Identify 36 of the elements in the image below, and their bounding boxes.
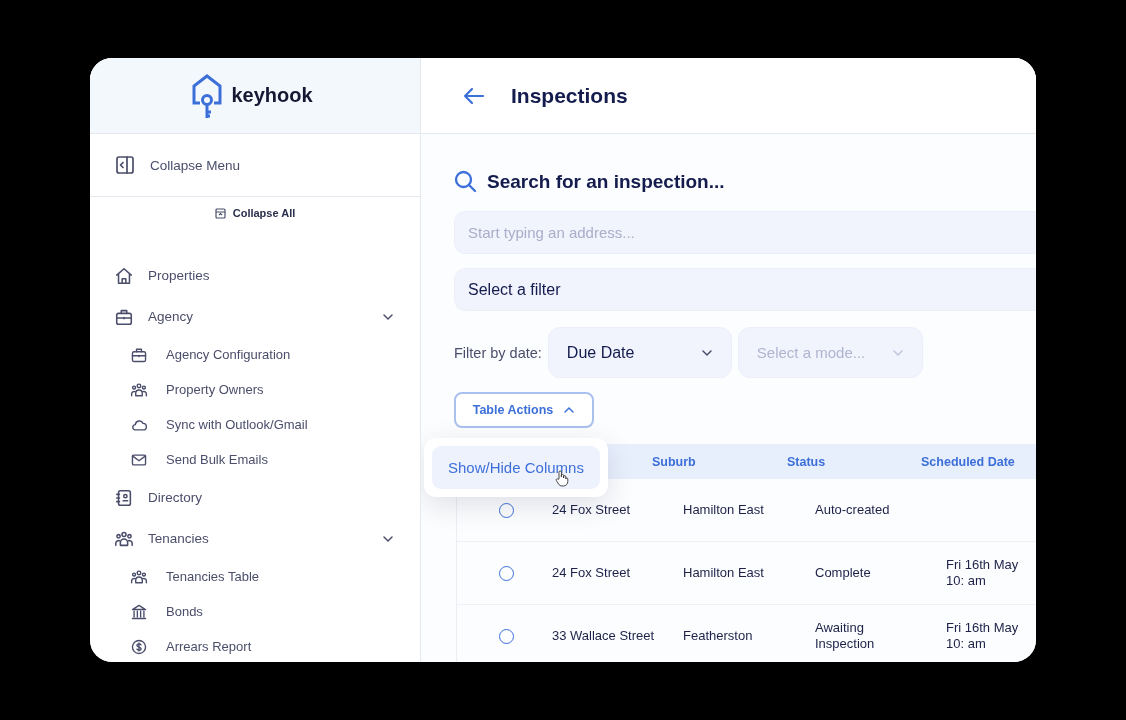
collapse-menu-button[interactable]: Collapse Menu — [90, 134, 420, 197]
menu-item[interactable]: Show/Hide Columns — [432, 446, 600, 489]
nav-subitem[interactable]: Agency Configuration — [90, 337, 420, 372]
nav-item[interactable]: Properties — [90, 255, 420, 296]
table-cell-text: 24 Fox Street — [551, 565, 632, 581]
nav-subitem[interactable]: Send Bulk Emails — [90, 442, 420, 477]
table-cell-text: Auto-created — [814, 502, 891, 518]
table-cell-text: Complete — [814, 565, 872, 581]
column-header: Scheduled Date — [921, 454, 1016, 469]
nav-subitem[interactable]: Sync with Outlook/Gmail — [90, 407, 420, 442]
table-cell-text: 33 Wallace Street — [551, 628, 656, 644]
nav-item[interactable]: Directory — [90, 477, 420, 518]
nav-item[interactable]: Agency — [90, 296, 420, 337]
date-filter-label: Filter by date: — [454, 344, 542, 361]
page-title: Inspections — [511, 83, 628, 108]
collapse-all-button[interactable]: Collapse All — [90, 207, 420, 219]
nav-subitem[interactable]: Property Owners — [90, 372, 420, 407]
filter-select[interactable]: Select a filter — [454, 268, 1036, 311]
nav-subitem[interactable]: Arrears Report — [90, 629, 420, 662]
table-cell-text: Hamilton East — [682, 565, 765, 581]
column-header: Status — [787, 454, 827, 469]
table-cell-text: Hamilton East — [682, 502, 765, 518]
nav-item[interactable]: Tenancies — [90, 518, 420, 559]
search-heading: Search for an inspection... — [487, 170, 725, 193]
table-cell-text: Fri 16th May 10: am — [945, 620, 1020, 652]
date-type-select[interactable]: Due Date — [547, 327, 732, 378]
column-header: Suburb — [652, 454, 697, 469]
logo-text: keyhook — [231, 84, 313, 107]
table-cell-text: Awaiting Inspection — [814, 620, 876, 652]
table-cell-text: 24 Fox Street — [551, 502, 632, 518]
table-cell-text: Fri 16th May 10: am — [945, 557, 1020, 589]
table-cell-text: Featherston — [682, 628, 754, 644]
nav-subitem[interactable]: Tenancies Table — [90, 559, 420, 594]
nav-subitem[interactable]: Bonds — [90, 594, 420, 629]
address-input-field[interactable]: Start typing an address... — [454, 211, 1036, 254]
table-actions-button[interactable]: Table Actions — [454, 392, 594, 428]
